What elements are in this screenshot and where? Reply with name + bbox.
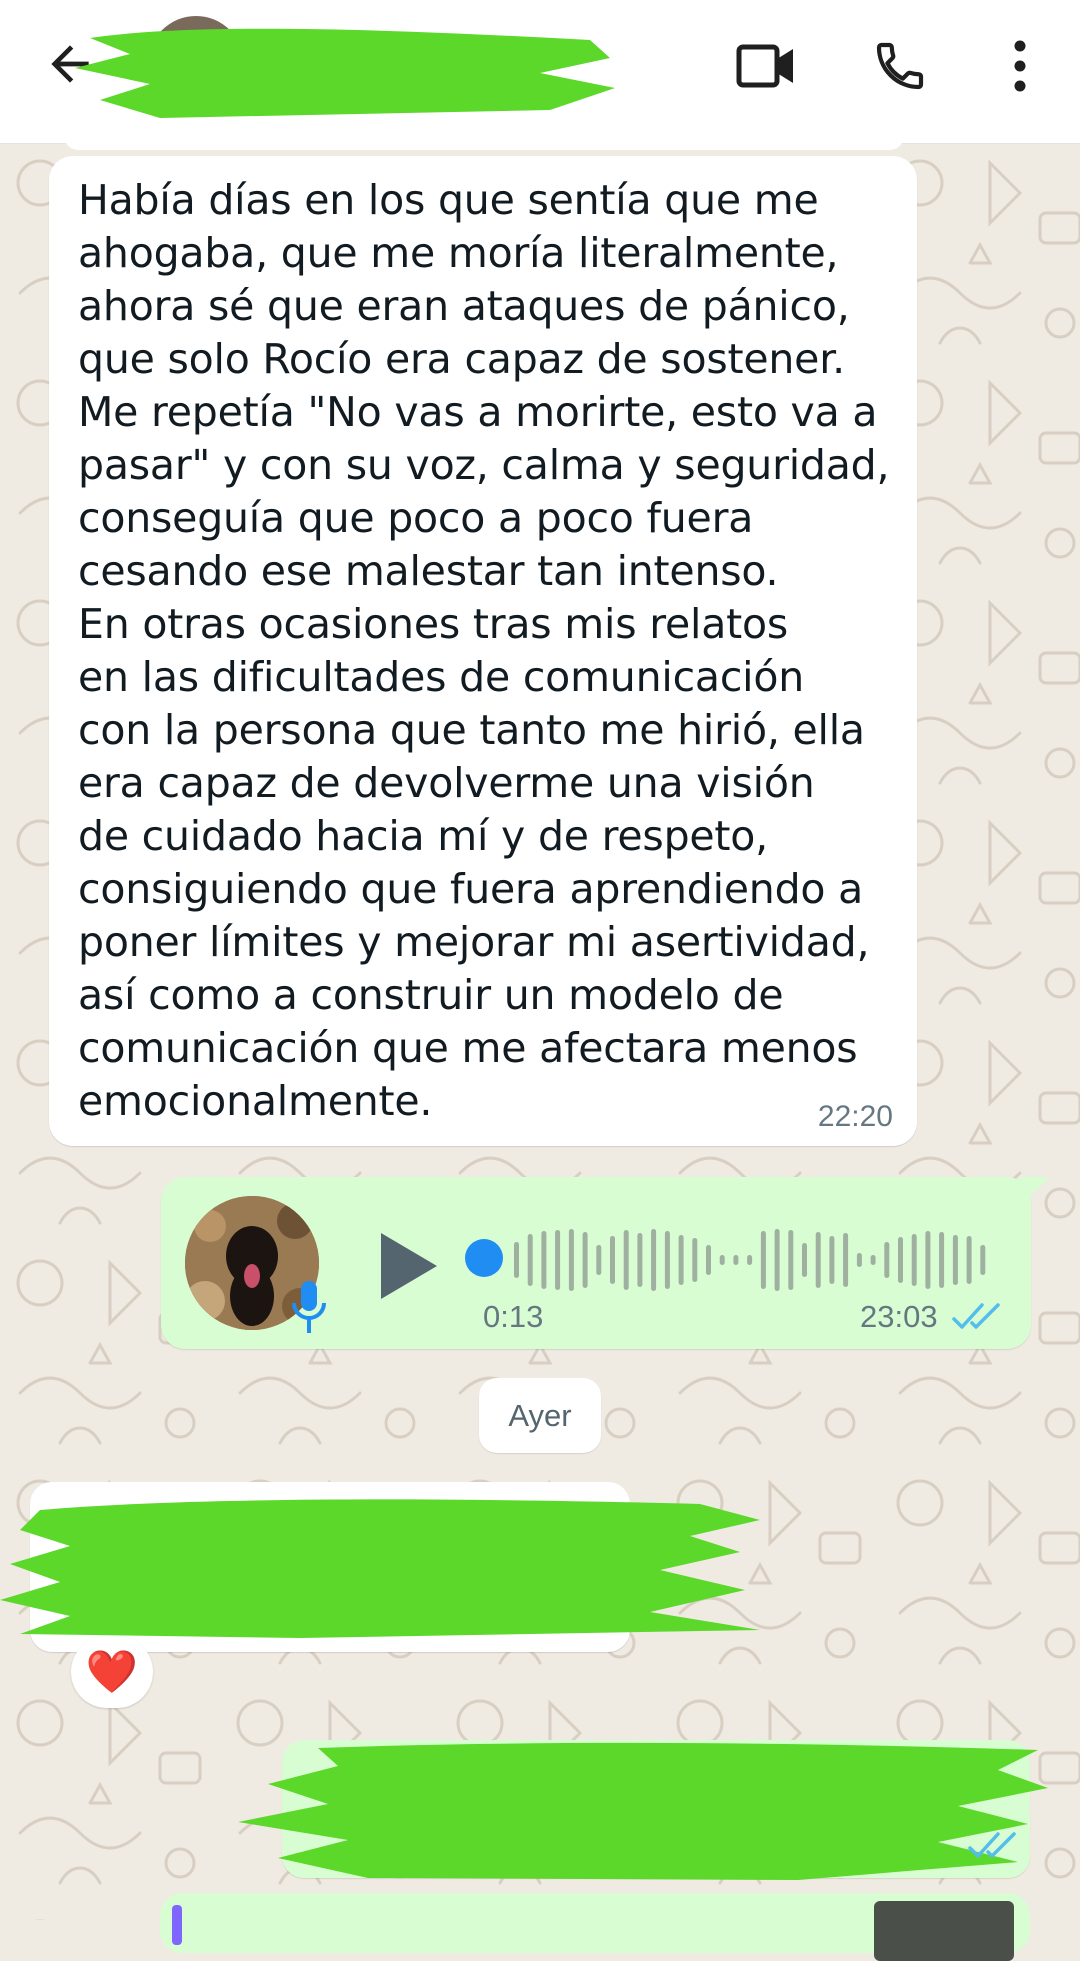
waveform-bar (692, 1238, 698, 1282)
more-vertical-icon (1014, 40, 1026, 92)
message-time: 22:20 (817, 1100, 893, 1133)
waveform-bar (925, 1231, 931, 1289)
waveform-bar (582, 1232, 588, 1288)
read-receipt-icon (952, 1303, 1000, 1329)
date-separator: Ayer (479, 1378, 601, 1453)
outgoing-message-partial[interactable] (160, 1893, 1030, 1961)
waveform-bar (596, 1245, 602, 1275)
waveform-bar (678, 1235, 684, 1285)
waveform-bar (884, 1242, 890, 1278)
message-time: 23:03 (860, 1299, 938, 1334)
quote-accent (172, 1905, 182, 1945)
outgoing-voice-message[interactable]: 0:13 23:03 (161, 1177, 1031, 1349)
redaction-mark (0, 1499, 760, 1638)
waveform-bar (788, 1230, 794, 1290)
reaction-badge[interactable]: ❤️ (71, 1636, 153, 1708)
waveform-bar (829, 1236, 835, 1284)
waveform-bar (939, 1232, 945, 1288)
video-call-button[interactable] (726, 30, 806, 102)
waveform-bar (637, 1233, 643, 1287)
redaction-mark (238, 1742, 1048, 1880)
more-options-button[interactable] (980, 30, 1060, 102)
waveform-bar (664, 1231, 670, 1289)
waveform-bar (774, 1229, 780, 1291)
previous-message-edge (64, 136, 904, 150)
phone-icon (876, 42, 924, 90)
video-camera-icon (736, 44, 793, 88)
waveform-bar (527, 1234, 533, 1286)
play-icon[interactable] (373, 1227, 443, 1305)
message-text: Había días en los que sentía que me ahog… (78, 176, 890, 1125)
waveform-bar (568, 1229, 574, 1291)
waveform-bar (911, 1234, 917, 1286)
waveform-bar (843, 1233, 849, 1287)
waveform-bar (555, 1230, 561, 1290)
microphone-icon (292, 1281, 326, 1333)
waveform-bar (870, 1255, 876, 1265)
media-thumbnail[interactable] (874, 1901, 1014, 1961)
waveform-bar (980, 1245, 986, 1275)
waveform-bar (966, 1236, 972, 1284)
waveform-bar (733, 1255, 739, 1265)
voice-call-button[interactable] (860, 30, 940, 102)
waveform-bar (856, 1253, 862, 1267)
voice-duration: 0:13 (483, 1299, 544, 1334)
waveform-bar (760, 1231, 766, 1289)
waveform-bar (623, 1230, 629, 1290)
playback-slider-thumb[interactable] (465, 1239, 503, 1277)
audio-waveform[interactable] (511, 1215, 991, 1305)
redaction-mark (75, 28, 615, 118)
waveform-bar (514, 1242, 519, 1278)
waveform-bar (651, 1229, 657, 1291)
waveform-bar (802, 1243, 807, 1277)
waveform-bar (719, 1255, 725, 1265)
waveform-bar (747, 1255, 753, 1265)
incoming-message[interactable]: Había días en los que sentía que me ahog… (49, 156, 917, 1146)
chat-header (0, 0, 1080, 144)
waveform-bar (610, 1236, 615, 1284)
waveform-bar (898, 1237, 903, 1283)
read-receipt-icon (968, 1832, 1016, 1858)
heart-icon: ❤️ (85, 1647, 139, 1696)
waveform-bar (706, 1245, 711, 1275)
waveform-bar (952, 1235, 958, 1285)
waveform-bar (815, 1232, 821, 1288)
waveform-bar (541, 1231, 547, 1289)
